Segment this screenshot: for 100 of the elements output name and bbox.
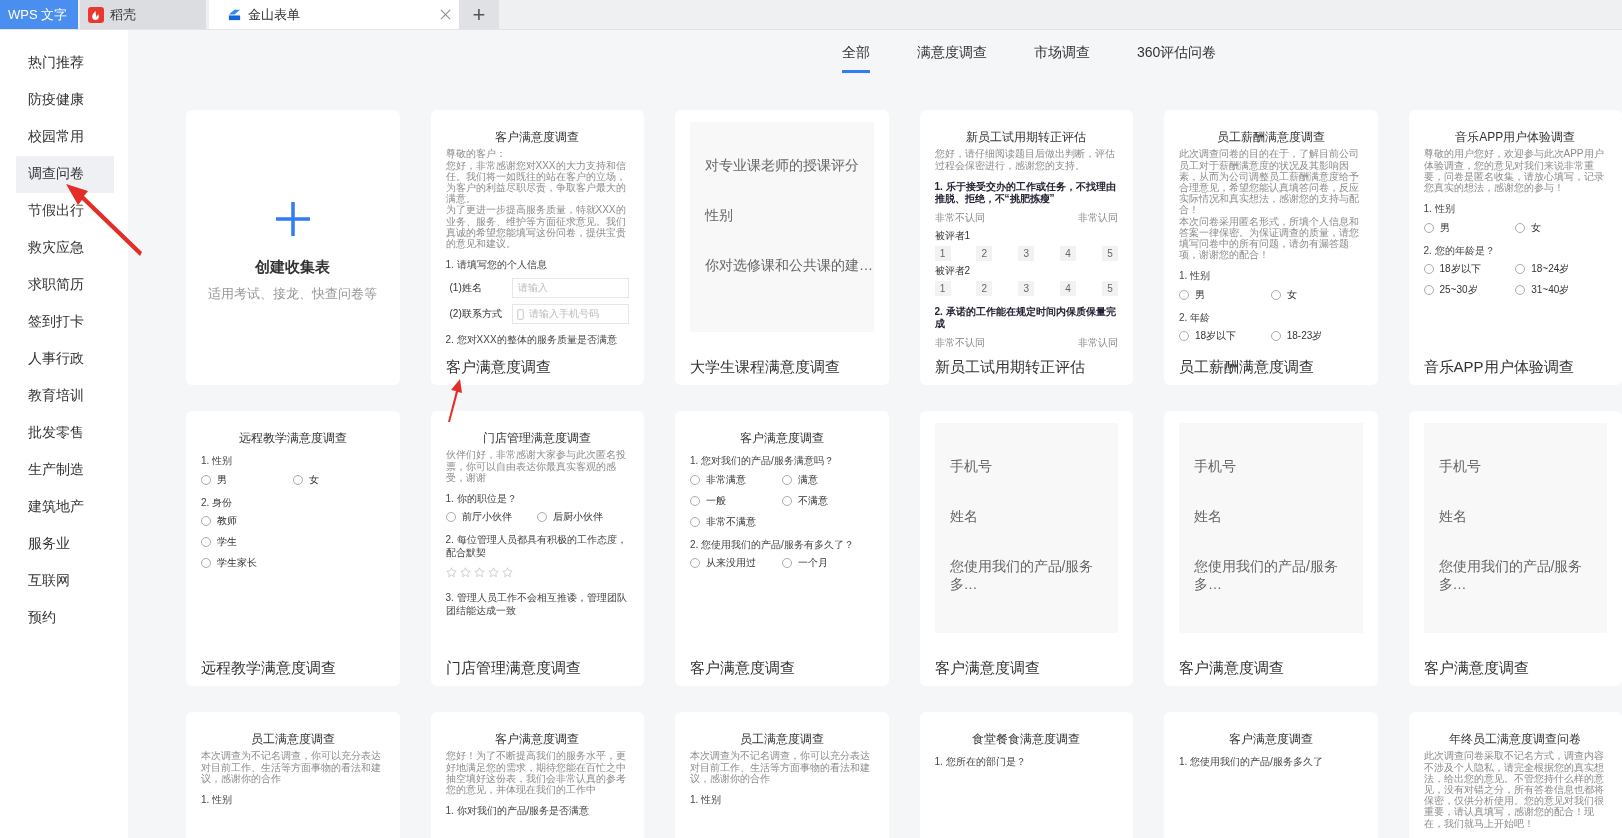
template-card[interactable]: 手机号 姓名 您使用我们的产品/服务多… 客户满意度调查 xyxy=(1164,411,1378,686)
preview-heading: 客户满意度调查 xyxy=(738,431,825,446)
option-label: 非常不满意 xyxy=(706,514,756,529)
question-text: 2. 身份 xyxy=(201,496,234,510)
field-label: 手机号 xyxy=(1194,458,1237,476)
option-label: 25~30岁 xyxy=(1439,283,1478,298)
sidebar-item[interactable]: 救灾应急 xyxy=(16,230,114,267)
template-card[interactable]: 客户满意度调查 您好！为了不断提高我们的服务水平，更好地满足您的需求，期待您能在百忙之中抽空填好这份表，我们会非常认真的参考您的意见，并体现在我们的工作中 1. 你对我们的产品/服务是否满意 xyxy=(430,712,644,838)
question-text: 1. 您使用我们的产品/服务多久了 xyxy=(1179,756,1324,769)
sidebar-item[interactable]: 生产制造 xyxy=(16,452,114,489)
question-text: 1. 性别 xyxy=(690,793,723,807)
template-card[interactable]: 远程教学满意度调查 1. 性别 男 女 2. 身份 教师 学生 学生家长 远程教学满意度调查 xyxy=(186,411,400,686)
sidebar-item[interactable]: 预约 xyxy=(16,600,114,637)
category-tab[interactable]: 满意度调查 xyxy=(917,44,987,73)
question-text: 3. 管理人员工作不会相互推诿，管理团队团结能达成一致 xyxy=(445,592,628,618)
sidebar-item[interactable]: 服务业 xyxy=(16,526,114,563)
template-card[interactable]: 门店管理满意度调查 伙伴们好，非常感谢大家参与此次匿名投票，你可以自由表达你最真实客观的感受，谢谢 1. 你的职位是？ 前厅小伙伴 后厨小伙伴 2. 每位管理人员都具有积极的工作态度，配合默契 3. 管理人员工作不会相互推诿，管理团队团结能达成一致 门店管理满意度调查 xyxy=(430,411,644,686)
question-text: 1. 你对我们的产品/服务是否满意 xyxy=(445,805,591,818)
question-text: 2. 承诺的工作能在规定时间内保质保量完成 xyxy=(934,305,1117,331)
template-card[interactable]: 手机号 姓名 您使用我们的产品/服务多… 客户满意度调查 xyxy=(1408,411,1622,686)
rater-label: 被评者2 xyxy=(934,263,972,278)
template-card[interactable]: 食堂餐食满意度调查 1. 您所在的部门是？ xyxy=(919,712,1133,838)
new-tab-button[interactable]: + xyxy=(459,0,499,29)
category-tab[interactable]: 360评估问卷 xyxy=(1137,44,1217,73)
sidebar-item[interactable]: 教育培训 xyxy=(16,378,114,415)
intro-text: 此次调查问卷采取不记名方式，调查内容不涉及个人隐私，请完全根据您的真实想法，给出您的意见。不管您持什么样的意见，没有对错之分，所有答卷信息也都将保密，仅供分析使用。您的意见对我们很重要，请认真填写，感谢您的配合！现在，我们就马上开始吧！ xyxy=(1423,750,1605,829)
option-label: 不满意 xyxy=(797,493,828,508)
sidebar-item[interactable]: 节假出行 xyxy=(16,193,114,230)
preview-heading: 员工满意度调查 xyxy=(738,732,825,747)
template-card[interactable]: 员工满意度调查 本次调查为不记名调查，你可以充分表达对目前工作、生活等方面事物的看法和建议，感谢你的合作 1. 性别 xyxy=(186,712,400,838)
option-label: 18-23岁 xyxy=(1286,329,1323,344)
template-card[interactable]: 客户满意度调查 1. 您对我们的产品/服务满意吗？ 非常满意 满意 一般 不满意 非常不满意 2. 您使用我们的产品/服务有多久了？ 从来没用过 一个月 客户满意度调查 xyxy=(675,411,889,686)
field-label: 姓名 xyxy=(1438,508,1468,526)
option-label: 一个月 xyxy=(797,556,828,571)
field-label: 手机号 xyxy=(1438,458,1482,476)
app-tab[interactable]: 稻壳 xyxy=(80,0,206,29)
input-field[interactable]: 请输入 xyxy=(511,277,629,298)
question-text: 2. 您对XXX的整体的服务质量是否满意 xyxy=(445,333,618,347)
intro-text: 为了更进一步提高服务质量，特就XXX的业务、服务、维护等方面征求意见。我们真诚的希望您能填写这份问卷，提供宝贵的意见和建议。 xyxy=(445,204,627,250)
preview-heading: 客户满意度调查 xyxy=(494,732,581,747)
intro-text: 您好，请仔细阅读题目后做出判断，评估过程会保密进行，感谢您的支持。 xyxy=(934,148,1116,171)
preview-heading: 客户满意度调查 xyxy=(494,130,581,145)
tab-label: 稻壳 xyxy=(110,5,136,24)
category-tab[interactable]: 市场调查 xyxy=(1034,44,1090,73)
template-card[interactable]: 年终员工满意度调查问卷 此次调查问卷采取不记名方式，调查内容不涉及个人隐私，请完全根据您的真实想法，给出您的意见。不管您持什么样的意见，没有对错之分，所有答卷信息也都将保密，仅供分析使用。您的意见对我们很重要，请认真填写，感谢您的配合！现在，我们就马上开始吧！ xyxy=(1408,712,1622,838)
option-label: 男 xyxy=(217,472,227,487)
sidebar-item[interactable]: 签到打卡 xyxy=(16,304,114,341)
phone-icon xyxy=(516,308,524,320)
preview-heading: 音乐APP用户体验调查 xyxy=(1454,130,1577,145)
input-field[interactable]: 请输入手机号码 xyxy=(511,303,629,324)
template-card[interactable]: 员工满意度调查 本次调查为不记名调查，你可以充分表达对目前工作、生活等方面事物的看法和建议，感谢你的合作 1. 性别 xyxy=(675,712,889,838)
scale-label: 非常认同 xyxy=(1078,335,1118,350)
sidebar-item[interactable]: 热门推荐 xyxy=(16,45,114,82)
sidebar-item[interactable]: 人事行政 xyxy=(16,341,114,378)
intro-text: 此次调查问卷的目的在于，了解目前公司员工对于薪酬满意度的状况及其影响因素，从而为公司调整员工薪酬满意度给予合理意见，希望您能认真填答问卷，反应实际情况和真实想法，感谢您的支持与配合！ xyxy=(1179,148,1360,216)
category-tab[interactable]: 全部 xyxy=(842,44,870,73)
option-label: 31~40岁 xyxy=(1531,283,1570,298)
close-icon[interactable] xyxy=(440,9,451,20)
scale-label: 非常不认同 xyxy=(934,210,985,225)
sidebar-item[interactable]: 校园常用 xyxy=(16,119,114,156)
sidebar-item[interactable]: 批发零售 xyxy=(16,415,114,452)
app-tab[interactable]: 金山表单 xyxy=(209,0,459,29)
template-card[interactable]: 创建收集表 适用考试、接龙、快查问卷等 xyxy=(186,110,400,385)
rating-option: 4 xyxy=(1060,280,1077,296)
template-card[interactable]: 客户满意度调查 1. 您使用我们的产品/服务多久了 xyxy=(1164,712,1378,838)
sidebar-item[interactable]: 防疫健康 xyxy=(16,82,114,119)
option-label: 男 xyxy=(1195,287,1205,302)
intro-text: 伙伴们好，非常感谢大家参与此次匿名投票，你可以自由表达你最真实客观的感受，谢谢 xyxy=(445,449,627,483)
question-text: 2. 您的年龄是？ xyxy=(1423,244,1496,258)
template-card[interactable] xyxy=(1164,110,1378,385)
scale-label: 非常不认同 xyxy=(934,335,985,350)
option-label: 后厨小伙伴 xyxy=(553,510,604,525)
rater-label: 被评者1 xyxy=(934,228,972,243)
form-logo-icon xyxy=(227,7,242,22)
template-card[interactable]: 新员工试用期转正评估 您好，请仔细阅读题目后做出判断，评估过程会保密进行，感谢您的支持。 1. 乐于接受交办的工作或任务，不找理由推脱、拒绝，不“挑肥拣瘦” 非常不认同 非常认同 被评者1 1 2 3 4 5 被评者2 1 2 3 4 5 2. 承诺的工作能在规定时间内保质保量完成 非常不认同 非常认同 新员工试用期转正评估 xyxy=(919,110,1133,385)
rating-option: 3 xyxy=(1018,245,1035,261)
option-label: 18~24岁 xyxy=(1531,262,1570,277)
field-label: 您使用我们的产品/服务多… xyxy=(1194,558,1339,594)
intro-text: 尊敬的用户您好，欢迎参与此次APP用户体验调查，您的意见对我们来说非常重要，问卷是匿名收集，请放心填写，记录您真实的想法，感谢您的参与！ xyxy=(1423,148,1605,194)
template-card[interactable]: 音乐APP用户体验调查 尊敬的用户您好，欢迎参与此次APP用户体验调查，您的意见对我们来说非常重要，问卷是匿名收集，请放心填写，记录您真实的想法，感谢您的参与！ 1. 性别 男 女 2. 您的年龄是？ 18岁以下 18~24岁 25~30岁 31~40岁 音乐APP用户体验调查 xyxy=(1408,110,1622,385)
option-label: 学生 xyxy=(217,535,237,550)
question-text: 2. 您使用我们的产品/服务有多久了？ xyxy=(690,538,855,552)
sidebar-item[interactable]: 建筑地产 xyxy=(16,489,114,526)
field-label: 性别 xyxy=(705,207,734,225)
template-card[interactable]: 手机号 姓名 您使用我们的产品/服务多… 客户满意度调查 xyxy=(919,411,1133,686)
sidebar-item[interactable]: 调查问卷 xyxy=(16,156,114,193)
option-label: 学生家长 xyxy=(217,556,257,571)
sidebar-item[interactable]: 互联网 xyxy=(16,563,114,600)
template-card[interactable]: 对专业课老师的授课评分 性别 你对选修课和公共课的建… 大学生课程满意度调查 xyxy=(675,110,889,385)
template-title: 客户满意度调查 xyxy=(690,658,796,678)
template-title: 门店管理满意度调查 xyxy=(445,658,582,678)
question-text: 1. 请填写您的个人信息 xyxy=(445,259,548,272)
option-label: 教师 xyxy=(217,514,237,529)
template-title: 大学生课程满意度调查 xyxy=(690,357,841,377)
rating-option: 5 xyxy=(1102,245,1118,261)
preview-heading: 员工满意度调查 xyxy=(249,732,336,747)
template-card[interactable] xyxy=(430,110,644,385)
preview-heading: 年终员工满意度调查问卷 xyxy=(1448,732,1583,747)
template-title: 远程教学满意度调查 xyxy=(201,658,337,678)
sidebar-item[interactable]: 求职简历 xyxy=(16,267,114,304)
